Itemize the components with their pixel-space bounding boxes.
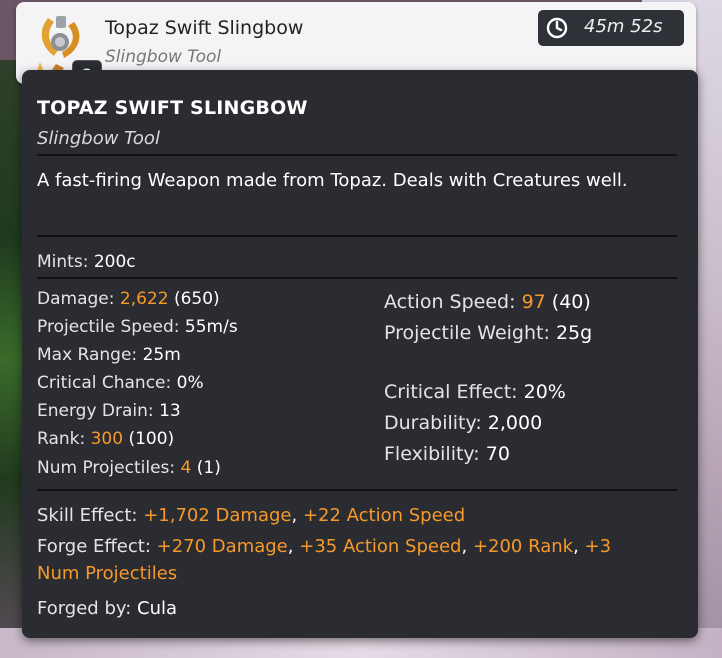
stat-label: Flexibility: [384, 443, 480, 465]
forge-effect-projectiles-label: Num Projectiles [37, 563, 178, 584]
comma: , [291, 505, 298, 526]
timer-badge: 45m 52s [538, 10, 684, 46]
stat-value: 13 [159, 401, 181, 421]
stat-base: (100) [128, 429, 175, 449]
forge-effect-action-speed: +35 Action Speed [299, 536, 462, 557]
stat-label: Rank: [37, 429, 86, 449]
stat-value: 4 [180, 458, 192, 478]
item-description: A fast-firing Weapon made from Topaz. De… [37, 170, 628, 191]
forged-by-label: Forged by: [37, 598, 132, 619]
forge-effect-row: Forge Effect: +270 Damage, +35 Action Sp… [37, 536, 611, 557]
stat-label: Durability: [384, 412, 482, 434]
stat-energy-drain: Energy Drain: 13 [37, 401, 181, 421]
stat-base: (40) [551, 291, 591, 313]
stat-value: 2,622 [119, 289, 169, 309]
stat-projectile-weight: Projectile Weight: 25g [384, 322, 592, 344]
skill-effect-action-speed: +22 Action Speed [302, 505, 466, 526]
divider [37, 277, 677, 279]
tooltip-subtitle: Slingbow Tool [37, 128, 160, 149]
stat-label: Action Speed: [384, 291, 516, 313]
stat-value: 300 [90, 429, 124, 449]
stat-value: 20% [523, 381, 566, 403]
stat-label: Num Projectiles: [37, 458, 176, 478]
stat-label: Critical Effect: [384, 381, 518, 403]
stat-value: 97 [521, 291, 546, 313]
comma: , [573, 536, 579, 557]
comma: , [287, 536, 294, 557]
mints-row: Mints: 200c [37, 252, 136, 272]
stat-value: 0% [176, 373, 204, 393]
stat-critical-chance: Critical Chance: 0% [37, 373, 204, 393]
stat-label: Projectile Speed: [37, 317, 180, 337]
forged-by-row: Forged by: Cula [37, 598, 177, 619]
forge-effect-row-cont: Num Projectiles [37, 563, 177, 584]
stat-projectile-speed: Projectile Speed: 55m/s [37, 317, 238, 337]
stat-label: Damage: [37, 289, 115, 309]
stat-value: 55m/s [184, 317, 238, 337]
stat-label: Critical Chance: [37, 373, 172, 393]
item-tooltip: TOPAZ SWIFT SLINGBOW Slingbow Tool A fas… [22, 70, 698, 638]
mints-value: 200c [93, 252, 136, 272]
item-type: Slingbow Tool [105, 47, 222, 67]
mints-label: Mints: [37, 252, 89, 272]
stat-base: (1) [196, 458, 221, 478]
stat-num-projectiles: Num Projectiles: 4 (1) [37, 458, 221, 478]
tooltip-title: TOPAZ SWIFT SLINGBOW [37, 97, 308, 119]
divider [37, 235, 677, 237]
stat-damage: Damage: 2,622 (650) [37, 289, 220, 309]
forged-by-value: Cula [137, 598, 178, 619]
stat-base: (650) [173, 289, 220, 309]
stat-value: 2,000 [487, 412, 543, 434]
forge-effect-label: Forge Effect: [37, 536, 151, 557]
skill-effect-damage: +1,702 Damage [143, 505, 292, 526]
stat-flexibility: Flexibility: 70 [384, 443, 510, 465]
forge-effect-damage: +270 Damage [156, 536, 288, 557]
stat-max-range: Max Range: 25m [37, 345, 181, 365]
stat-critical-effect: Critical Effect: 20% [384, 381, 566, 403]
timer-text: 45m 52s [584, 16, 663, 37]
divider [37, 489, 677, 491]
stat-label: Projectile Weight: [384, 322, 550, 344]
stat-durability: Durability: 2,000 [384, 412, 542, 434]
stat-value: 70 [485, 443, 510, 465]
divider [37, 154, 677, 156]
skill-effect-row: Skill Effect: +1,702 Damage, +22 Action … [37, 505, 465, 526]
skill-effect-label: Skill Effect: [37, 505, 138, 526]
stat-action-speed: Action Speed: 97 (40) [384, 291, 591, 313]
comma: , [461, 536, 468, 557]
forge-effect-rank: +200 Rank [472, 536, 574, 557]
forge-effect-projectiles-count: +3 [584, 536, 612, 557]
stat-label: Energy Drain: [37, 401, 154, 421]
clock-icon [546, 17, 568, 39]
stat-value: 25g [555, 322, 593, 344]
item-name: Topaz Swift Slingbow [105, 17, 304, 39]
stat-rank: Rank: 300 (100) [37, 429, 174, 449]
stat-value: 25m [142, 345, 181, 365]
stat-label: Max Range: [37, 345, 138, 365]
